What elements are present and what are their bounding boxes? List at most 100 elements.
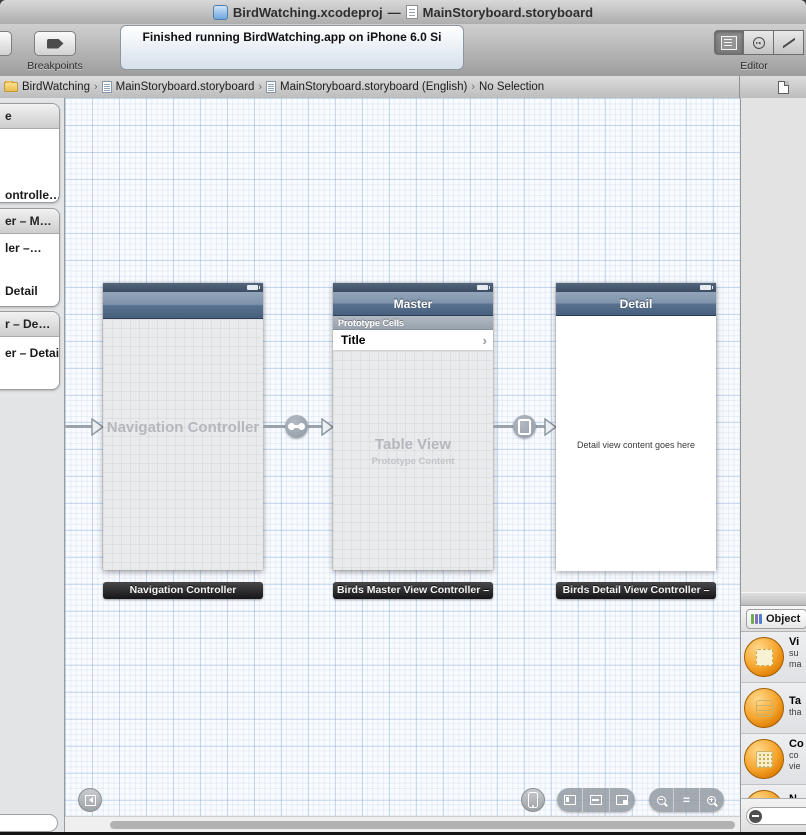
library-item-collection-view-controller[interactable]: Co co vie	[741, 734, 806, 785]
align-button[interactable]	[557, 788, 582, 812]
version-editor-icon	[783, 37, 795, 49]
breadcrumb-separator: ›	[258, 81, 262, 93]
zoom-out-button[interactable]	[649, 788, 673, 812]
scene-dock-label-navigation[interactable]: Navigation Controller	[103, 582, 263, 599]
library-item-desc: ma	[789, 659, 806, 670]
battery-icon	[477, 285, 488, 290]
breadcrumb: BirdWatching › MainStoryboard.storyboard…	[0, 81, 739, 93]
navigation-controller-body[interactable]: Navigation Controller	[103, 319, 263, 571]
breadcrumb-file[interactable]: MainStoryboard.storyboard	[116, 81, 255, 93]
file-inspector-icon[interactable]	[778, 81, 789, 94]
resolve-autolayout-button[interactable]	[609, 788, 635, 812]
breadcrumb-localization[interactable]: MainStoryboard.storyboard (English)	[280, 81, 467, 93]
document-outline-toggle-button[interactable]	[78, 788, 102, 812]
simulated-status-bar	[556, 283, 716, 292]
navigation-bar[interactable]	[103, 292, 263, 319]
scene-ghost-title: Table View	[333, 351, 493, 453]
inspector-area	[741, 98, 806, 592]
detail-view-body[interactable]: Detail view content goes here	[556, 316, 716, 571]
version-editor-button[interactable]	[774, 30, 804, 55]
relationship-segue-icon[interactable]	[285, 415, 308, 438]
simulated-status-bar	[103, 283, 263, 292]
scene-dock-label-detail[interactable]: Birds Detail View Controller –	[556, 582, 716, 599]
root-view-controller-icon	[290, 425, 303, 428]
breadcrumb-project[interactable]: BirdWatching	[22, 81, 90, 93]
outline-scene-header[interactable]: e	[0, 104, 59, 129]
outline-row[interactable]: ler –…	[5, 241, 42, 255]
breakpoints-label: Breakpoints	[22, 60, 88, 72]
outline-scene-master[interactable]: er – M… ler –… Detail	[0, 208, 60, 307]
editor-label: Editor	[722, 60, 786, 72]
pin-button[interactable]	[582, 788, 608, 812]
detail-view-controller-scene[interactable]: Detail Detail view content goes here	[556, 283, 716, 570]
outline-scene-navigation-controller[interactable]: e ontrolle…	[0, 103, 60, 203]
device-orientation-button[interactable]	[521, 788, 545, 812]
zoom-in-button[interactable]	[699, 788, 724, 812]
prototype-table-cell[interactable]: Title ›	[333, 330, 493, 351]
zoom-out-icon	[657, 796, 666, 805]
filter-icon[interactable]	[749, 810, 762, 823]
detail-placeholder-label[interactable]: Detail view content goes here	[556, 316, 716, 450]
window-title-document: MainStoryboard.storyboard	[423, 5, 593, 20]
outline-filter-field[interactable]	[0, 814, 58, 832]
editor-mode-segmented-control	[714, 30, 804, 55]
storyboard-file-icon	[266, 81, 276, 93]
jump-bar: BirdWatching › MainStoryboard.storyboard…	[0, 76, 806, 99]
canvas-horizontal-scrollbar[interactable]	[65, 816, 740, 832]
window-title-separator: —	[388, 5, 401, 20]
library-item-title: Co	[789, 738, 806, 750]
library-item-title: Ta	[789, 695, 806, 707]
scene-ghost-subtitle: Prototype Content	[333, 456, 493, 467]
master-view-controller-scene[interactable]: Master Prototype Cells Title › Table Vie…	[333, 283, 493, 570]
breadcrumb-separator: ›	[94, 81, 98, 93]
library-splitter[interactable]	[741, 592, 806, 606]
zoom-actual-size-button[interactable]: =	[673, 788, 698, 812]
breadcrumb-selection[interactable]: No Selection	[479, 81, 544, 93]
utilities-related-items-bar	[739, 76, 806, 98]
initial-vc-arrow-shaft	[65, 425, 93, 428]
window-title-project: BirdWatching.xcodeproj	[233, 5, 383, 20]
library-item-view-controller[interactable]: Vi su ma	[741, 632, 806, 683]
scene-dock-label-master[interactable]: Birds Master View Controller –	[333, 582, 493, 599]
storyboard-doc-icon	[406, 5, 418, 19]
storyboard-canvas[interactable]: Navigation Controller Navigation Control…	[65, 98, 740, 818]
object-library-icon	[751, 614, 762, 624]
breakpoints-button[interactable]	[34, 31, 76, 56]
push-segue-glyph	[518, 419, 531, 435]
navigation-controller-scene[interactable]: Navigation Controller	[103, 283, 263, 570]
library-selector-label: Object	[766, 613, 800, 625]
outline-row[interactable]: Detail	[5, 284, 38, 298]
scrollbar-thumb[interactable]	[110, 821, 735, 829]
navigation-bar-title[interactable]: Detail	[556, 292, 716, 316]
cell-title[interactable]: Title	[333, 333, 483, 347]
breakpoint-icon	[47, 39, 64, 49]
outline-scene-header[interactable]: r – De…	[0, 312, 59, 337]
run-stop-button-partial[interactable]	[0, 31, 12, 56]
utilities-panel: Object Vi su ma Ta tha Co co vie	[740, 98, 806, 835]
library-item-desc: tha	[789, 707, 806, 718]
standard-editor-icon	[721, 36, 737, 50]
library-search-bar	[741, 798, 806, 835]
assistant-editor-button[interactable]	[744, 30, 774, 55]
main-toolbar: Breakpoints Finished running BirdWatchin…	[0, 24, 806, 77]
navigation-bar-title[interactable]: Master	[333, 292, 493, 316]
xcode-window: BirdWatching.xcodeproj — MainStoryboard.…	[0, 0, 806, 835]
outline-scene-header[interactable]: er – M…	[0, 209, 59, 234]
library-selector-dropdown[interactable]: Object	[746, 609, 806, 629]
library-item-table-view-controller[interactable]: Ta tha	[741, 683, 806, 734]
outline-row[interactable]: ontrolle…	[5, 188, 60, 202]
document-outline-sidebar: e ontrolle… er – M… ler –… Detail r – De…	[0, 98, 65, 835]
collection-view-controller-icon	[744, 739, 784, 779]
library-search-field[interactable]	[746, 807, 806, 825]
view-controller-icon	[744, 637, 784, 677]
push-segue-icon[interactable]	[513, 415, 536, 438]
standard-editor-button[interactable]	[714, 30, 744, 55]
pin-icon	[590, 795, 602, 805]
outline-scene-detail[interactable]: r – De… er – Detail	[0, 311, 60, 390]
prototype-cells-header: Prototype Cells	[333, 316, 493, 330]
library-header-bar: Object	[741, 606, 806, 632]
table-view-body[interactable]: Table View Prototype Content	[333, 351, 493, 573]
outline-row[interactable]: er – Detail	[5, 346, 60, 360]
disclosure-indicator-icon: ›	[483, 333, 493, 348]
window-title-bar[interactable]: BirdWatching.xcodeproj — MainStoryboard.…	[0, 0, 806, 25]
